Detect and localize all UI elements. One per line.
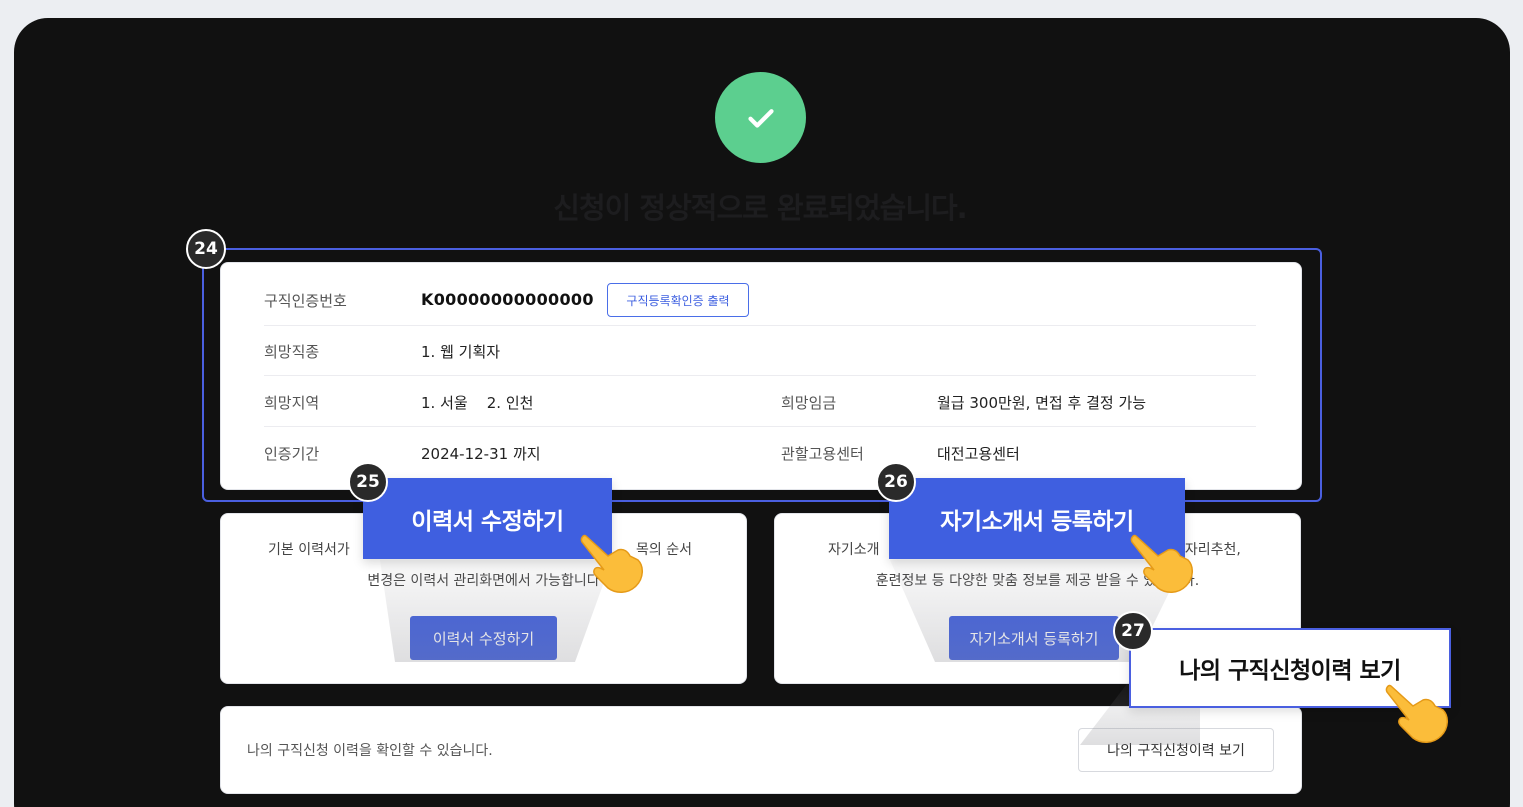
pointing-hand-icon [1385, 684, 1448, 743]
center-label: 관할고용센터 [781, 445, 864, 463]
center-value: 대전고용센터 [937, 445, 1020, 463]
job-label: 희망직종 [264, 343, 320, 361]
view-history-button[interactable]: 나의 구직신청이력 보기 [1078, 728, 1274, 772]
region-label: 희망지역 [264, 394, 320, 412]
wage-label: 희망임금 [781, 394, 837, 412]
page-title: 신청이 정상적으로 완료되었습니다. [553, 191, 967, 225]
intro-card-text: 자기소개 [828, 542, 880, 558]
callout-edit-resume: 이력서 수정하기 [363, 478, 612, 559]
cert-number-label: 구직인증번호 [264, 292, 347, 310]
pointing-hand-icon [1130, 534, 1193, 593]
period-label: 인증기간 [264, 445, 320, 463]
row-divider [264, 426, 1256, 427]
edit-resume-button[interactable]: 이력서 수정하기 [410, 616, 557, 660]
period-value: 2024-12-31 까지 [421, 445, 541, 463]
resume-card-text-line2: 변경은 이력서 관리화면에서 가능합니다 [367, 573, 600, 589]
cert-number-value: K00000000000000 [421, 290, 594, 309]
job-value: 1. 웹 기획자 [421, 343, 501, 361]
history-text: 나의 구직신청 이력을 확인할 수 있습니다. [247, 743, 493, 759]
check-circle-icon [715, 72, 806, 163]
annotation-badge: 26 [876, 462, 916, 502]
row-divider [264, 325, 1256, 326]
annotation-badge: 27 [1113, 611, 1153, 651]
region-value: 1. 서울 2. 인천 [421, 394, 534, 412]
annotation-badge: 24 [186, 229, 226, 269]
resume-card-text: 기본 이력서가 [268, 542, 350, 558]
cert-print-button[interactable]: 구직등록확인증 출력 [607, 283, 749, 317]
intro-card-text-line2: 훈련정보 등 다양한 맞춤 정보를 제공 받을 수 있습니다. [875, 573, 1200, 589]
pointing-hand-icon [580, 534, 643, 593]
wage-value: 월급 300만원, 면접 후 결정 가능 [937, 394, 1147, 412]
row-divider [264, 375, 1256, 376]
check-icon [747, 108, 774, 128]
register-intro-button[interactable]: 자기소개서 등록하기 [949, 616, 1119, 660]
annotation-badge: 25 [348, 462, 388, 502]
